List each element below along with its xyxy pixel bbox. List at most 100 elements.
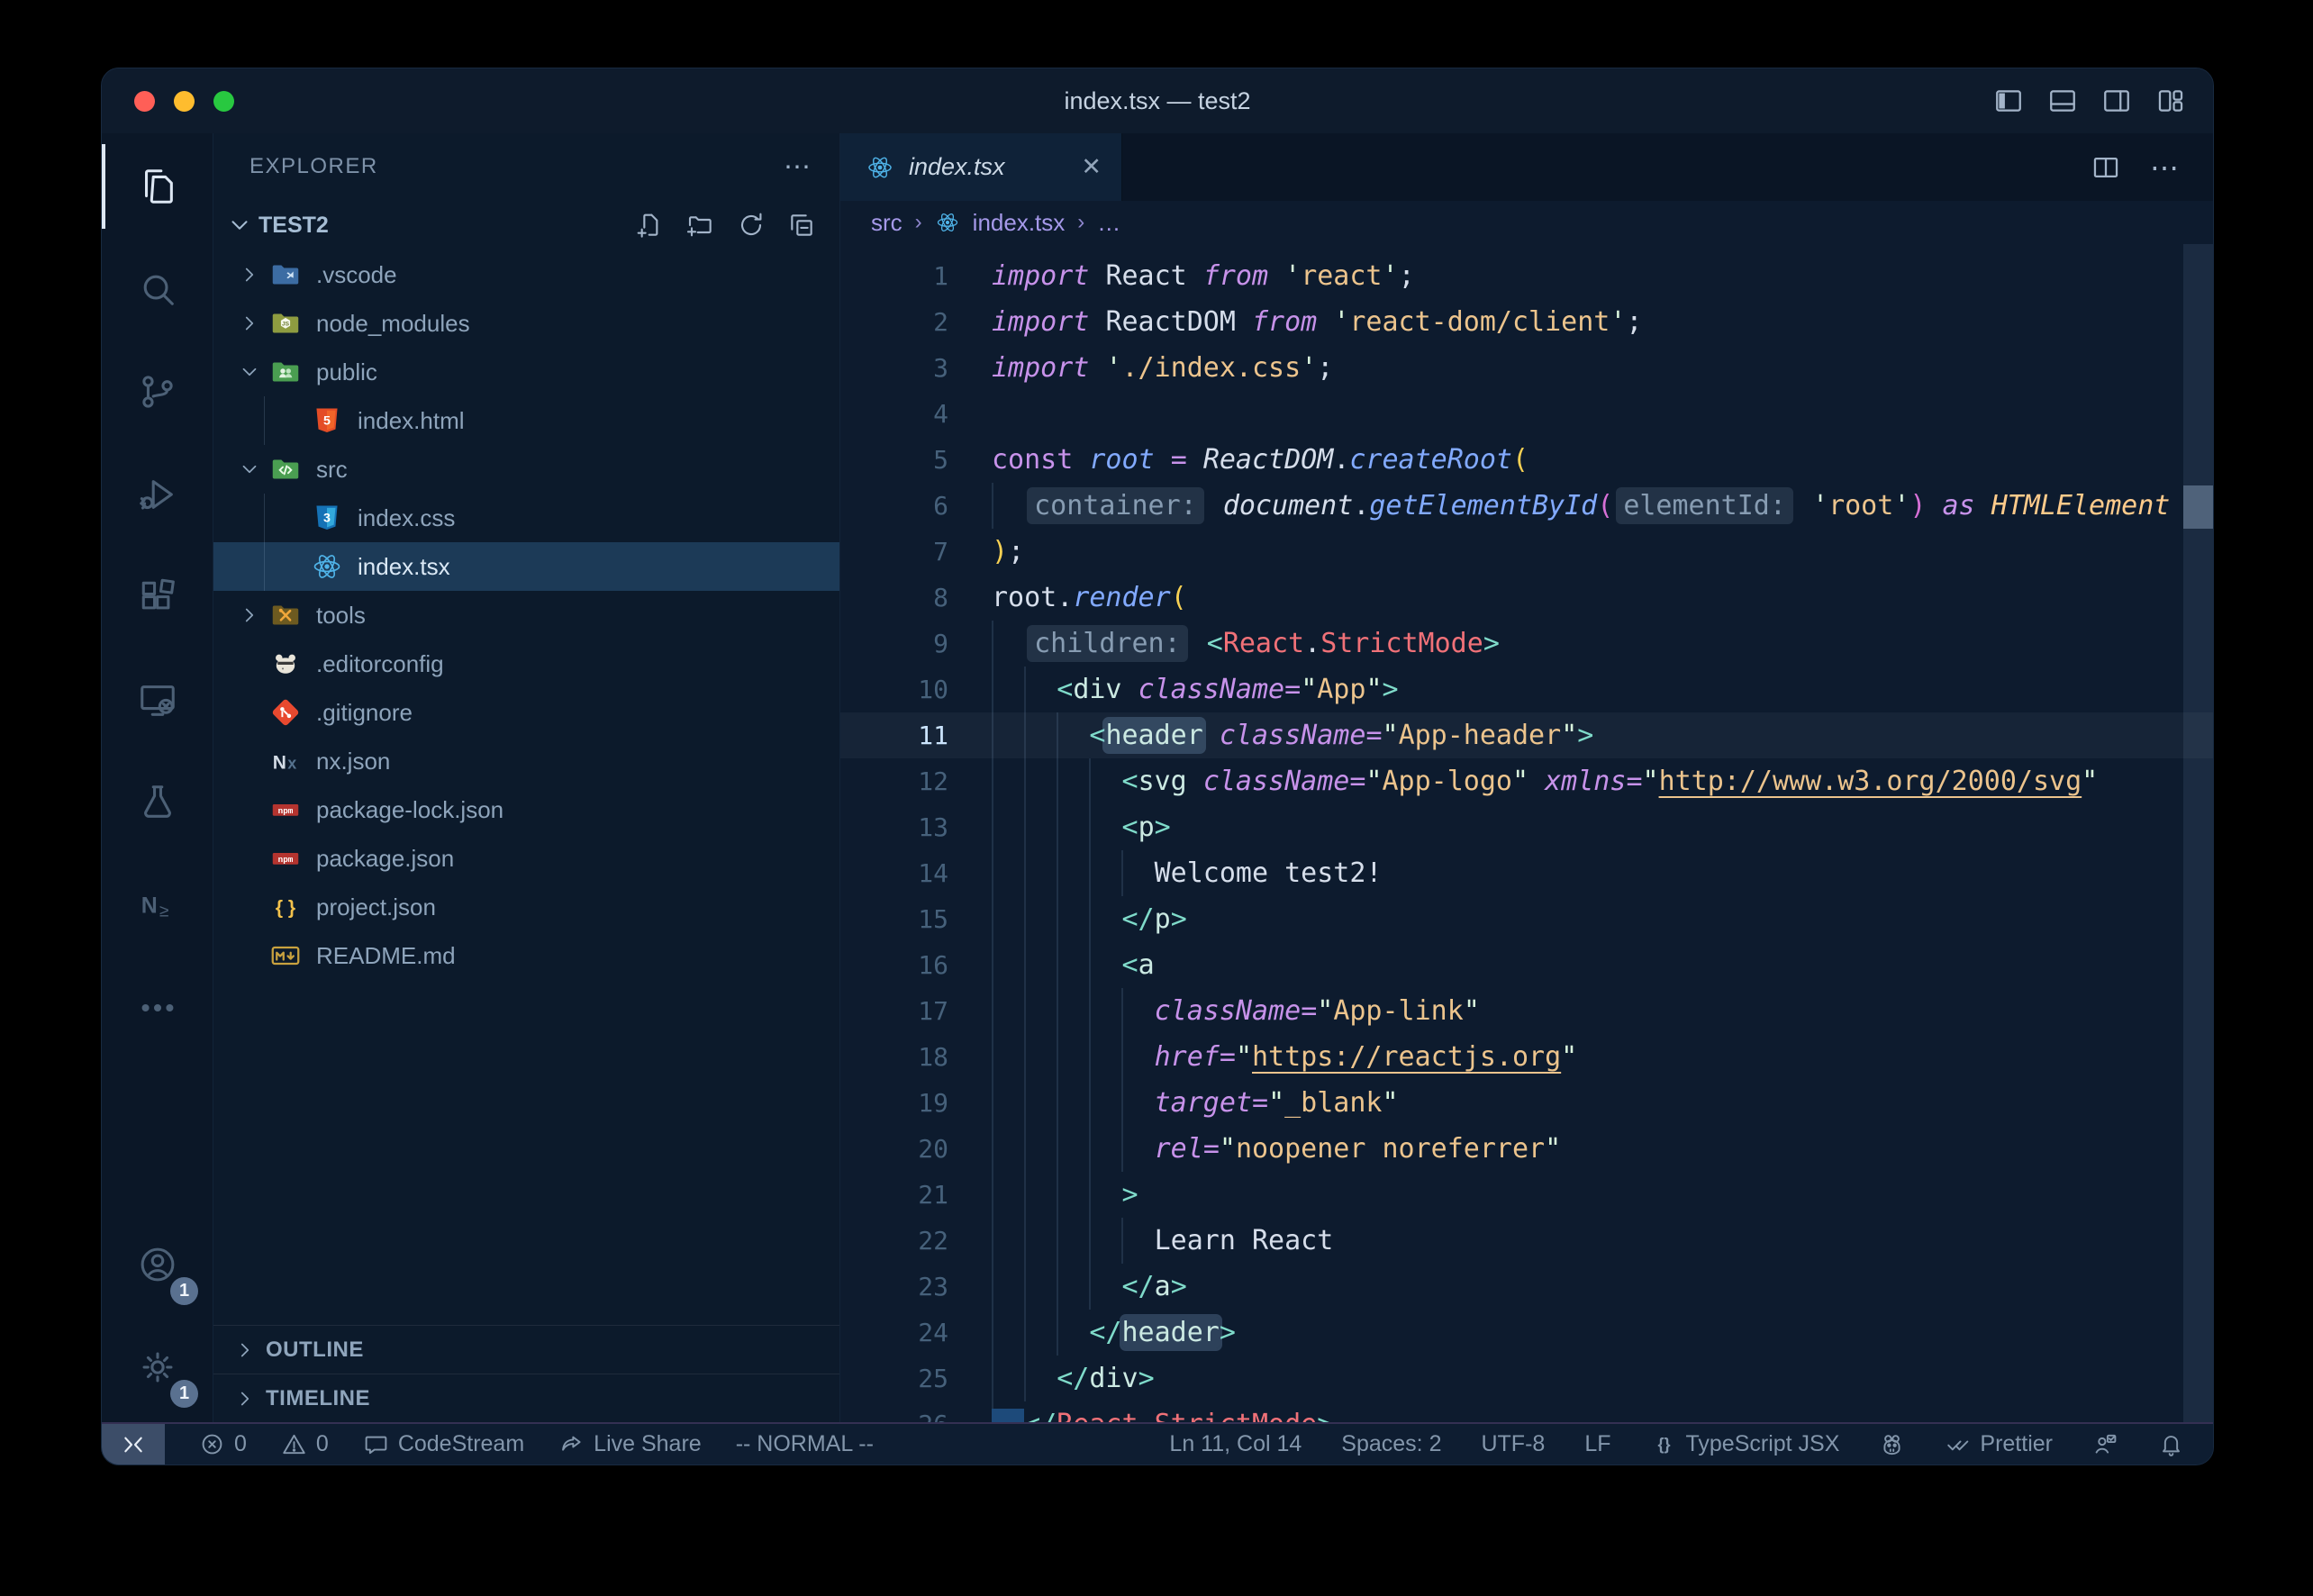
activity-item-source-control[interactable] — [102, 340, 213, 443]
sidebar-item-node-modules[interactable]: JSnode_modules — [213, 299, 839, 348]
code-line-24[interactable]: 24 </header> — [840, 1310, 2213, 1356]
sidebar-item-tools[interactable]: tools — [213, 591, 839, 639]
status-problems-errors[interactable]: 0 — [199, 1431, 247, 1457]
refresh-icon[interactable] — [737, 211, 766, 240]
line-number: 15 — [840, 896, 948, 942]
code-line-23[interactable]: 23 </a> — [840, 1264, 2213, 1310]
status-codestream[interactable]: CodeStream — [363, 1431, 524, 1457]
panel-timeline[interactable]: TIMELINE — [213, 1374, 839, 1422]
code-line-15[interactable]: 15 </p> — [840, 896, 2213, 942]
code-line-22[interactable]: 22 Learn React — [840, 1218, 2213, 1264]
sidebar-item-package-json[interactable]: npmpackage.json — [213, 834, 839, 883]
code-line-6[interactable]: 6 container: document.getElementById(ele… — [840, 483, 2213, 529]
activity-item-run-debug[interactable] — [102, 443, 213, 546]
code-line-5[interactable]: 5const root = ReactDOM.createRoot( — [840, 437, 2213, 483]
code-text: target="_blank" — [992, 1080, 2213, 1126]
collapse-all-icon[interactable] — [787, 211, 816, 240]
breadcrumb-symbol[interactable]: … — [1097, 209, 1120, 237]
code-line-18[interactable]: 18 href="https://reactjs.org" — [840, 1034, 2213, 1080]
workspace-section-header[interactable]: TEST2 — [213, 200, 839, 250]
person-check-icon — [2092, 1431, 2118, 1457]
code-text: import ReactDOM from 'react-dom/client'; — [992, 299, 2213, 345]
layout-grid-icon[interactable] — [2155, 86, 2186, 116]
debug-icon — [137, 474, 178, 515]
code-line-9[interactable]: 9 children: <React.StrictMode> — [840, 621, 2213, 667]
sidebar-item--editorconfig[interactable]: .editorconfig — [213, 639, 839, 688]
activity-item-extensions[interactable] — [102, 546, 213, 648]
code-line-14[interactable]: 14 Welcome test2! — [840, 850, 2213, 896]
activity-item-more-views[interactable] — [102, 957, 213, 1059]
activity-item-nx-console[interactable]: N≥ — [102, 854, 213, 957]
sidebar-item-project-json[interactable]: { }project.json — [213, 883, 839, 931]
status-vim-mode[interactable]: -- NORMAL -- — [736, 1431, 874, 1457]
chevron-right-icon — [238, 603, 261, 627]
status-cursor-position[interactable]: Ln 11, Col 14 — [1169, 1431, 1302, 1457]
code-line-8[interactable]: 8root.render( — [840, 575, 2213, 621]
activity-item-testing[interactable] — [102, 751, 213, 854]
sidebar-item-public[interactable]: public — [213, 348, 839, 396]
code-line-11[interactable]: 11 <header className="App-header"> — [840, 712, 2213, 758]
status-feedback[interactable] — [2092, 1431, 2118, 1457]
breadcrumb-src[interactable]: src — [871, 209, 903, 237]
status-eol[interactable]: LF — [1584, 1431, 1610, 1457]
code-text: className="App-link" — [992, 988, 2213, 1034]
code-line-7[interactable]: 7); — [840, 529, 2213, 575]
sidebar-item-src[interactable]: src — [213, 445, 839, 494]
code-line-2[interactable]: 2import ReactDOM from 'react-dom/client'… — [840, 299, 2213, 345]
sidebar-item-nx-json[interactable]: Nxnx.json — [213, 737, 839, 785]
remote-indicator[interactable] — [102, 1424, 165, 1465]
panel-outline[interactable]: OUTLINE — [213, 1325, 839, 1374]
line-number: 4 — [840, 391, 948, 437]
code-line-26[interactable]: 26 </React.StrictMode> — [840, 1401, 2213, 1422]
code-editor[interactable]: 1import React from 'react';2import React… — [840, 244, 2213, 1422]
code-line-13[interactable]: 13 <p> — [840, 804, 2213, 850]
layout-sidebar-right-icon[interactable] — [2101, 86, 2132, 116]
sidebar-item-package-lock-json[interactable]: npmpackage-lock.json — [213, 785, 839, 834]
activity-item-settings[interactable]: 1 — [102, 1316, 213, 1419]
code-line-21[interactable]: 21 > — [840, 1172, 2213, 1218]
code-text: <p> — [992, 804, 2213, 850]
activity-item-remote-explorer[interactable] — [102, 648, 213, 751]
status-encoding[interactable]: UTF-8 — [1481, 1431, 1545, 1457]
status-codestream-status[interactable] — [1879, 1431, 1905, 1457]
sidebar-item-index-css[interactable]: 3index.css — [213, 494, 839, 542]
code-line-16[interactable]: 16 <a — [840, 942, 2213, 988]
tab-index-tsx[interactable]: index.tsx ✕ — [840, 133, 1122, 201]
breadcrumb-file[interactable]: index.tsx — [973, 209, 1066, 237]
editor-scrollbar[interactable] — [2183, 244, 2213, 1422]
status-formatter[interactable]: Prettier — [1945, 1431, 2053, 1457]
new-file-icon[interactable] — [636, 211, 665, 240]
status-language-mode[interactable]: {}TypeScript JSX — [1651, 1431, 1840, 1457]
sidebar-item--gitignore[interactable]: .gitignore — [213, 688, 839, 737]
code-line-12[interactable]: 12 <svg className="App-logo" xmlns="http… — [840, 758, 2213, 804]
layout-panel-icon[interactable] — [2047, 86, 2078, 116]
status-live-share[interactable]: Live Share — [558, 1431, 702, 1457]
editor-more-actions-icon[interactable]: ⋯ — [2150, 150, 2181, 185]
sidebar-item--vscode[interactable]: .vscode — [213, 250, 839, 299]
code-line-3[interactable]: 3import './index.css'; — [840, 345, 2213, 391]
sidebar-item-readme-md[interactable]: README.md — [213, 931, 839, 980]
new-folder-icon[interactable] — [686, 211, 715, 240]
code-line-1[interactable]: 1import React from 'react'; — [840, 253, 2213, 299]
sidebar-item-index-tsx[interactable]: index.tsx — [213, 542, 839, 591]
sidebar-item-index-html[interactable]: 5index.html — [213, 396, 839, 445]
activity-item-explorer[interactable] — [102, 135, 213, 238]
code-line-17[interactable]: 17 className="App-link" — [840, 988, 2213, 1034]
status-indentation[interactable]: Spaces: 2 — [1341, 1431, 1441, 1457]
split-editor-icon[interactable] — [2091, 152, 2121, 183]
code-line-19[interactable]: 19 target="_blank" — [840, 1080, 2213, 1126]
activity-item-accounts[interactable]: 1 — [102, 1213, 213, 1316]
folder-src-icon — [269, 453, 304, 485]
code-text: > — [992, 1172, 2213, 1218]
code-line-25[interactable]: 25 </div> — [840, 1356, 2213, 1401]
explorer-more-icon[interactable]: ⋯ — [784, 151, 812, 183]
layout-sidebar-left-icon[interactable] — [1993, 86, 2024, 116]
code-line-20[interactable]: 20 rel="noopener noreferrer" — [840, 1126, 2213, 1172]
status-problems-warnings[interactable]: 0 — [281, 1431, 329, 1457]
code-line-4[interactable]: 4 — [840, 391, 2213, 437]
close-tab-icon[interactable]: ✕ — [1081, 153, 1102, 181]
code-line-10[interactable]: 10 <div className="App"> — [840, 667, 2213, 712]
activity-item-search[interactable] — [102, 238, 213, 340]
status-label: -- NORMAL -- — [736, 1431, 874, 1457]
status-notifications[interactable] — [2158, 1431, 2184, 1457]
